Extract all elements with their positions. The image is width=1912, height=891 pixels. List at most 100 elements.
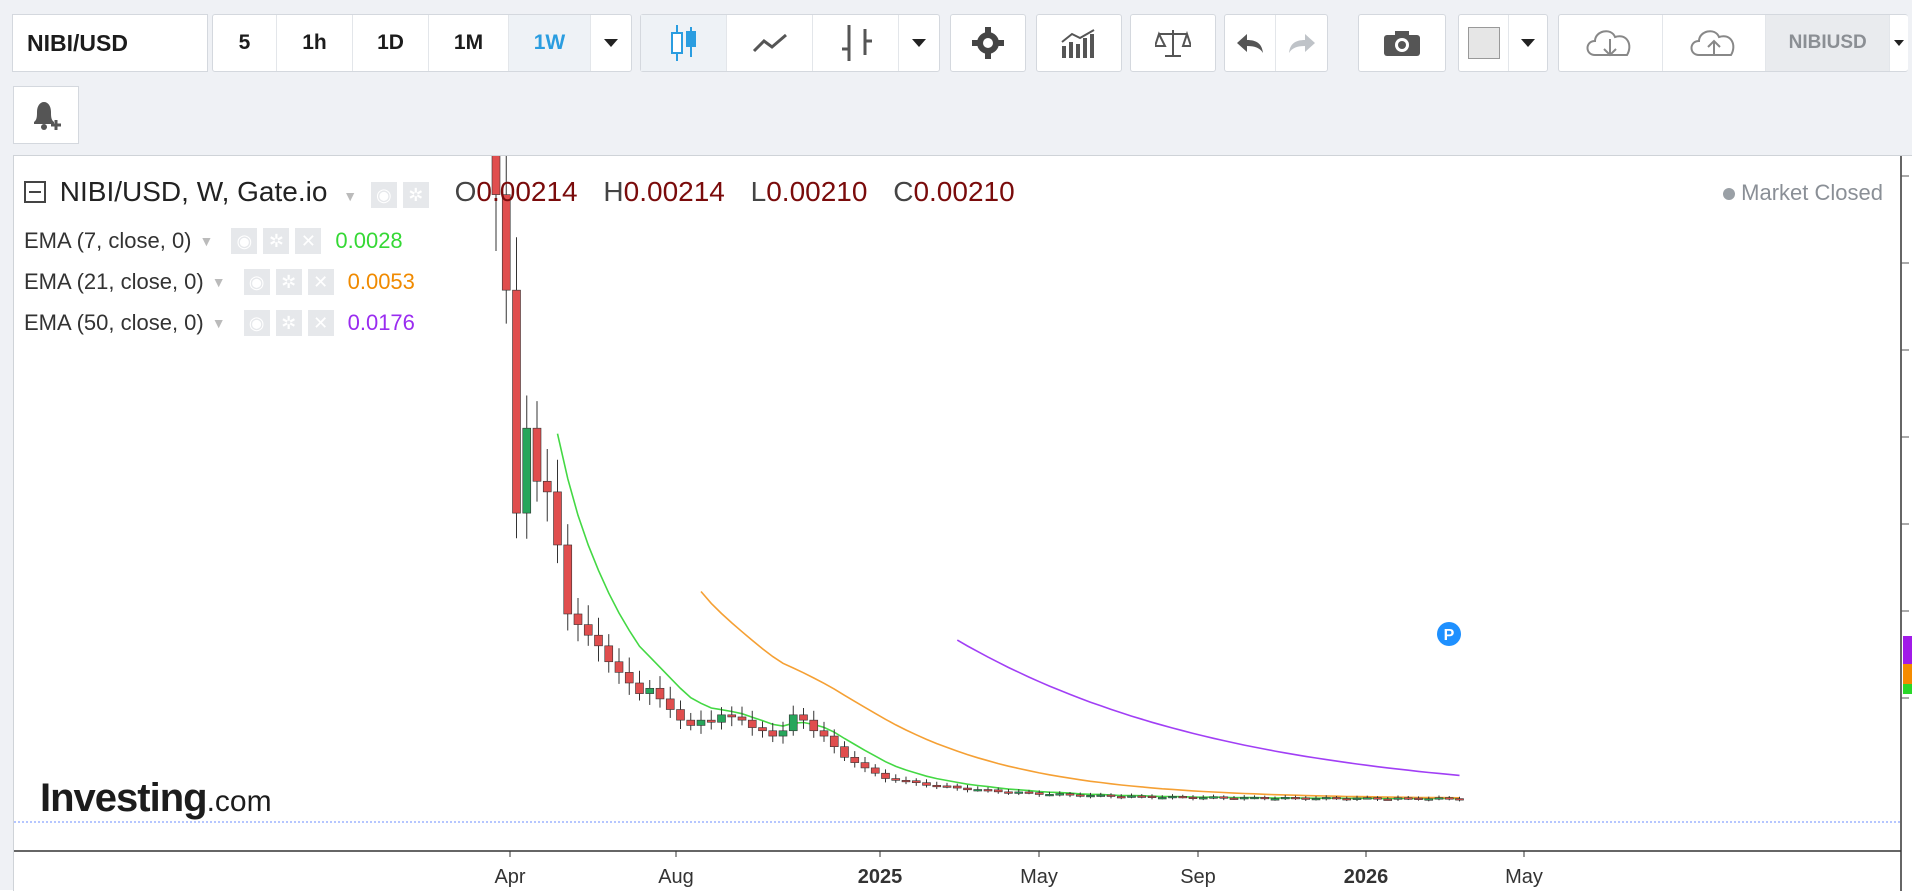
eye-icon[interactable]: ◉: [231, 228, 258, 254]
bell-plus-icon: [34, 102, 61, 130]
indicators-icon: [1061, 29, 1095, 58]
indicators-inner[interactable]: [1037, 15, 1121, 71]
interval-1d[interactable]: 1D: [353, 15, 429, 71]
save-chart-button[interactable]: [1663, 15, 1767, 71]
logo-main: Investing: [40, 776, 208, 820]
bars-icon: [841, 25, 872, 61]
candle-body: [1106, 794, 1116, 797]
candle-body: [932, 785, 942, 788]
toolbar: NIBI/USD 5 1h 1D 1M 1W NIBIUSD: [0, 0, 1912, 84]
history-group: [1224, 14, 1328, 72]
legend-collapse-icon[interactable]: [24, 181, 46, 203]
candle-body: [1178, 796, 1188, 799]
alert-button[interactable]: [13, 86, 79, 144]
candle-body: [1075, 794, 1085, 797]
settings-button[interactable]: [950, 14, 1026, 72]
undo-button[interactable]: [1225, 15, 1277, 71]
eye-icon[interactable]: ◉: [243, 310, 270, 336]
symbol-input[interactable]: NIBI/USD: [12, 14, 208, 72]
candle-body: [911, 780, 921, 783]
ema21-row: EMA (21, close, 0) ▼ ◉ ✲ ✕ 0.0053: [24, 269, 415, 295]
gear-button[interactable]: [951, 15, 1025, 71]
chart-panel[interactable]: Apr Aug 2025 May Sep 2026 May P NIBI/USD, W, G…: [13, 155, 1912, 891]
candle-body: [1188, 796, 1198, 799]
redo-button[interactable]: [1276, 15, 1327, 71]
gear-icon[interactable]: ✲: [263, 228, 290, 254]
eye-icon[interactable]: ◉: [243, 269, 270, 295]
candle-body: [624, 672, 634, 684]
candle-body: [1455, 798, 1464, 801]
snapshot-button[interactable]: [1358, 14, 1446, 72]
candle-body: [522, 427, 532, 514]
interval-1h[interactable]: 1h: [277, 15, 353, 71]
cloud-upload-icon: [1690, 30, 1735, 56]
candle-body: [542, 480, 552, 493]
chevron-down-icon: [1521, 39, 1535, 47]
interval-5[interactable]: 5: [213, 15, 277, 71]
candle-body: [1116, 796, 1126, 799]
x-tick-label: Apr: [494, 866, 525, 888]
interval-dropdown[interactable]: [591, 15, 631, 71]
candle-body: [1321, 797, 1331, 800]
candle-body: [1096, 794, 1106, 797]
x-tick-label: Aug: [658, 866, 694, 888]
candles-button[interactable]: [641, 15, 727, 71]
camera-icon: [1384, 31, 1420, 56]
color-picker[interactable]: [1458, 14, 1548, 72]
candle-body: [922, 782, 931, 786]
eye-icon[interactable]: ◉: [370, 182, 397, 208]
indicators-button[interactable]: [1036, 14, 1122, 72]
gear-icon[interactable]: ✲: [402, 182, 429, 208]
pivot-badge-label: P: [1444, 627, 1455, 644]
candle-body: [840, 746, 849, 758]
symbol-label[interactable]: NIBIUSD: [1766, 15, 1891, 71]
color-swatch[interactable]: [1459, 15, 1509, 71]
candle-body: [604, 645, 614, 663]
chevron-down-icon[interactable]: ▼: [200, 233, 214, 249]
candle-body: [1147, 795, 1157, 798]
chevron-down-icon[interactable]: ▼: [343, 188, 357, 204]
candle-body: [1219, 796, 1229, 799]
ema50-line: [956, 639, 1460, 777]
candle-body: [686, 719, 696, 726]
gear-icon[interactable]: ✲: [275, 269, 302, 295]
color-dropdown[interactable]: [1509, 15, 1547, 71]
ema50-value: 0.0176: [347, 310, 415, 335]
candle-body: [563, 544, 573, 615]
candle-body: [1034, 792, 1044, 795]
bars-button[interactable]: [813, 15, 899, 71]
chart-type-dropdown[interactable]: [899, 15, 939, 71]
snapshot-inner[interactable]: [1359, 15, 1445, 71]
close-value: 0.00210: [913, 176, 1015, 207]
candle-body: [1383, 798, 1393, 801]
close-icon[interactable]: ✕: [295, 228, 322, 254]
chart-legend: NIBI/USD, W, Gate.io ▼ ◉ ✲ O0.00214 H0.00…: [24, 176, 1015, 208]
candle-body: [1280, 797, 1290, 800]
compare-button[interactable]: [1130, 14, 1216, 72]
candle-body: [594, 634, 603, 647]
close-icon[interactable]: ✕: [307, 310, 334, 336]
candle-body: [1362, 797, 1372, 800]
candle-body: [1291, 797, 1300, 800]
candle-body: [1157, 797, 1167, 800]
ema50-row: EMA (50, close, 0) ▼ ◉ ✲ ✕ 0.0176: [24, 310, 415, 336]
chevron-down-icon[interactable]: ▼: [212, 315, 226, 331]
candle-body: [1403, 797, 1413, 800]
interval-1m[interactable]: 1M: [429, 15, 509, 71]
symbol-dropdown[interactable]: [1890, 15, 1908, 71]
gear-icon[interactable]: ✲: [275, 310, 302, 336]
interval-1w[interactable]: 1W: [509, 15, 591, 71]
chevron-down-icon[interactable]: ▼: [212, 274, 226, 290]
compare-inner[interactable]: [1131, 15, 1215, 71]
candle-body: [706, 719, 716, 723]
load-chart-button[interactable]: [1559, 15, 1663, 71]
chart-canvas[interactable]: Apr Aug 2025 May Sep 2026 May P: [14, 156, 1912, 891]
candle-body: [1311, 798, 1321, 801]
chevron-down-icon: [912, 39, 926, 47]
candle-body: [717, 714, 726, 723]
candle-body: [1270, 798, 1280, 801]
x-tick-label: May: [1020, 866, 1058, 888]
candle-body: [788, 714, 798, 732]
close-icon[interactable]: ✕: [307, 269, 334, 295]
line-chart-button[interactable]: [727, 15, 813, 71]
